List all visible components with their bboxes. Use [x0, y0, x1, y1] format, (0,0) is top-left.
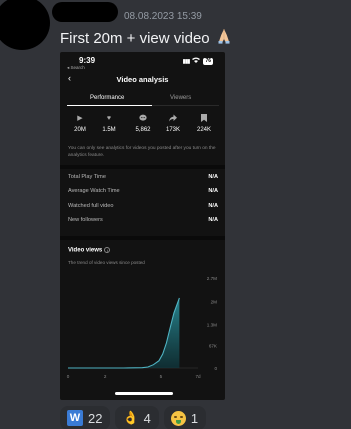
video-views-title: Video views i [68, 247, 111, 254]
metric-label: Watched full video [68, 203, 114, 209]
metric-row: New followers N/A [68, 217, 218, 223]
metric-value: N/A [208, 188, 218, 194]
y-tick-label: 1.3M [207, 323, 217, 328]
status-icons: ▮▮▮ 76 [183, 57, 213, 65]
screen-title: Video analysis [116, 75, 169, 84]
x-tick-label: 5 [160, 374, 163, 379]
stat-value: 20M [74, 127, 86, 133]
video-views-subtitle: The trend of video views since posted [68, 260, 145, 265]
section-divider [60, 165, 225, 169]
reaction-count: 4 [143, 410, 151, 426]
folded-hands-icon [216, 28, 232, 48]
message-text: First 20m + view video [60, 29, 210, 47]
stats-row: ▶ 20M ♥ 1.5M 5,862 173K 224K [60, 114, 225, 136]
y-tick-label: 2M [211, 299, 218, 304]
video-views-chart: 2.7M 2M 1.3M 67K 0 0 2 5 7d [67, 276, 218, 379]
metric-row: Average Watch Time N/A [68, 188, 218, 194]
stat-shares: 173K [158, 114, 188, 133]
tab-performance[interactable]: Performance [90, 95, 124, 101]
money-mouth-face-icon [170, 410, 186, 426]
stat-value: 5,862 [135, 127, 151, 133]
message-content: First 20m + view video [60, 28, 232, 48]
wifi-icon [192, 57, 201, 65]
play-icon: ▶ [77, 115, 83, 122]
section-divider [60, 236, 225, 240]
stat-saves: 224K [189, 114, 219, 133]
info-icon[interactable]: i [104, 247, 111, 253]
share-icon [158, 114, 188, 124]
heart-icon: ♥ [106, 115, 112, 122]
x-tick-label: 7d [195, 374, 201, 379]
analytics-note: You can only see analytics for videos yo… [68, 146, 216, 158]
home-indicator [115, 392, 173, 395]
battery-icon: 76 [203, 57, 213, 65]
stat-likes: ♥ 1.5M [94, 114, 124, 133]
y-tick-label: 0 [214, 366, 217, 371]
reaction-ok-hand[interactable]: 👌 4 [115, 406, 159, 429]
avatar[interactable] [0, 0, 50, 50]
message-timestamp: 08.08.2023 15:39 [124, 11, 202, 22]
metric-label: New followers [68, 217, 103, 223]
reactions-bar: W 22 👌 4 1 [60, 406, 207, 429]
w-emoji-icon: W [67, 410, 83, 426]
stat-value: 1.5M [102, 127, 116, 133]
bookmark-icon [189, 114, 219, 124]
metric-label: Total Play Time [68, 174, 106, 180]
chat-message: 08.08.2023 15:39 First 20m + view video … [0, 0, 351, 429]
video-views-label: Video views [68, 247, 103, 254]
x-tick-label: 0 [67, 374, 70, 379]
ok-hand-icon: 👌 [122, 410, 139, 425]
views-area-fill [68, 298, 180, 368]
reaction-money-mouth[interactable]: 1 [163, 406, 207, 429]
reaction-count: 1 [190, 410, 199, 426]
stat-value: 173K [165, 127, 180, 133]
metric-label: Average Watch Time [68, 188, 120, 194]
reaction-w[interactable]: W 22 [60, 406, 111, 429]
reaction-count: 22 [88, 410, 103, 426]
y-tick-label: 2.7M [207, 276, 217, 281]
stat-plays: ▶ 20M [65, 114, 95, 133]
stat-value: 224K [196, 127, 211, 133]
metric-row: Total Play Time N/A [68, 174, 218, 180]
tab-viewers[interactable]: Viewers [170, 95, 191, 101]
status-back-app: ◂ Search [67, 65, 85, 70]
metric-value: N/A [208, 203, 218, 209]
username-redacted[interactable] [52, 2, 118, 22]
y-tick-label: 67K [209, 344, 218, 349]
stat-comments: 5,862 [128, 114, 158, 133]
tab-active-indicator [67, 105, 152, 106]
x-tick-label: 2 [104, 374, 107, 379]
metric-value: N/A [208, 174, 218, 180]
comment-icon [128, 114, 158, 124]
phone-screenshot[interactable]: 9:39 ◂ Search ▮▮▮ 76 ‹ Video analysis Pe… [60, 52, 225, 400]
metric-row: Watched full video N/A [68, 203, 218, 209]
metric-value: N/A [208, 217, 218, 223]
status-time: 9:39 [79, 56, 96, 65]
signal-icon: ▮▮▮ [182, 58, 191, 65]
